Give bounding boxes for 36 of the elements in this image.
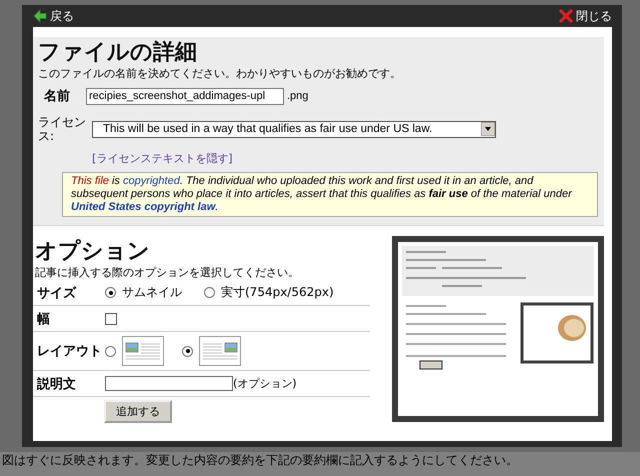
caption-hint: (オプション) [233, 376, 297, 391]
checkbox[interactable] [105, 312, 117, 324]
page-notice: 図はすぐに反映されます。変更した内容の要約を下記の要約欄に記入するようにしてください。 [0, 452, 640, 476]
section-title: オプション [34, 238, 151, 266]
radio-button[interactable] [182, 346, 193, 356]
dropdown-arrow-icon [481, 122, 495, 136]
license-dropdown[interactable]: This will be used in a way that qualifies as fair use under US law. [92, 120, 496, 138]
add-button[interactable]: 追加する [104, 400, 172, 423]
radio-button[interactable] [105, 346, 116, 356]
image-left-layout-icon [122, 336, 164, 366]
option-label: レイアウト [36, 343, 103, 360]
radio-button[interactable] [105, 287, 116, 298]
license-label: ライセンス: [38, 115, 87, 143]
license-text: This file is copyrighted. The individual who uploaded this work and first used it in an article, and subsequent persons who place it into articles, assert that this qualifies as fair use of the material under United States copyright law. [62, 172, 598, 217]
back-link[interactable]: 戻る [33, 8, 74, 24]
section-description: 記事に挿入する際のオプションを選択してください。 [34, 266, 300, 280]
name-label: 名前 [42, 88, 71, 105]
file-extension: .png [287, 90, 308, 102]
radio-label: サムネイル [122, 284, 182, 301]
filename-field[interactable]: recipies_screenshot_addimages-upl [86, 88, 284, 104]
option-label: 幅 [36, 310, 51, 328]
radio-label: 実寸(754px/562px) [221, 284, 334, 301]
option-label: サイズ [36, 284, 78, 302]
option-label: 説明文 [36, 376, 77, 392]
section-title: ファイルの詳細 [38, 39, 198, 67]
file-link[interactable]: This file [71, 175, 109, 187]
section-description: このファイルの名前を決めてください。わかりやすいものがお勧めです。 [38, 67, 402, 81]
close-icon [559, 9, 573, 23]
image-right-layout-icon [199, 336, 241, 366]
caption-field[interactable] [105, 376, 233, 391]
copyright-link[interactable]: copyrighted [122, 175, 180, 187]
hide-license-link[interactable]: [ライセンステキストを隠す] [92, 151, 233, 166]
radio-button[interactable] [204, 287, 215, 298]
close-link[interactable]: 閉じる [559, 8, 612, 24]
law-link[interactable]: United States copyright law [71, 201, 216, 213]
left-arrow-icon [33, 9, 47, 23]
